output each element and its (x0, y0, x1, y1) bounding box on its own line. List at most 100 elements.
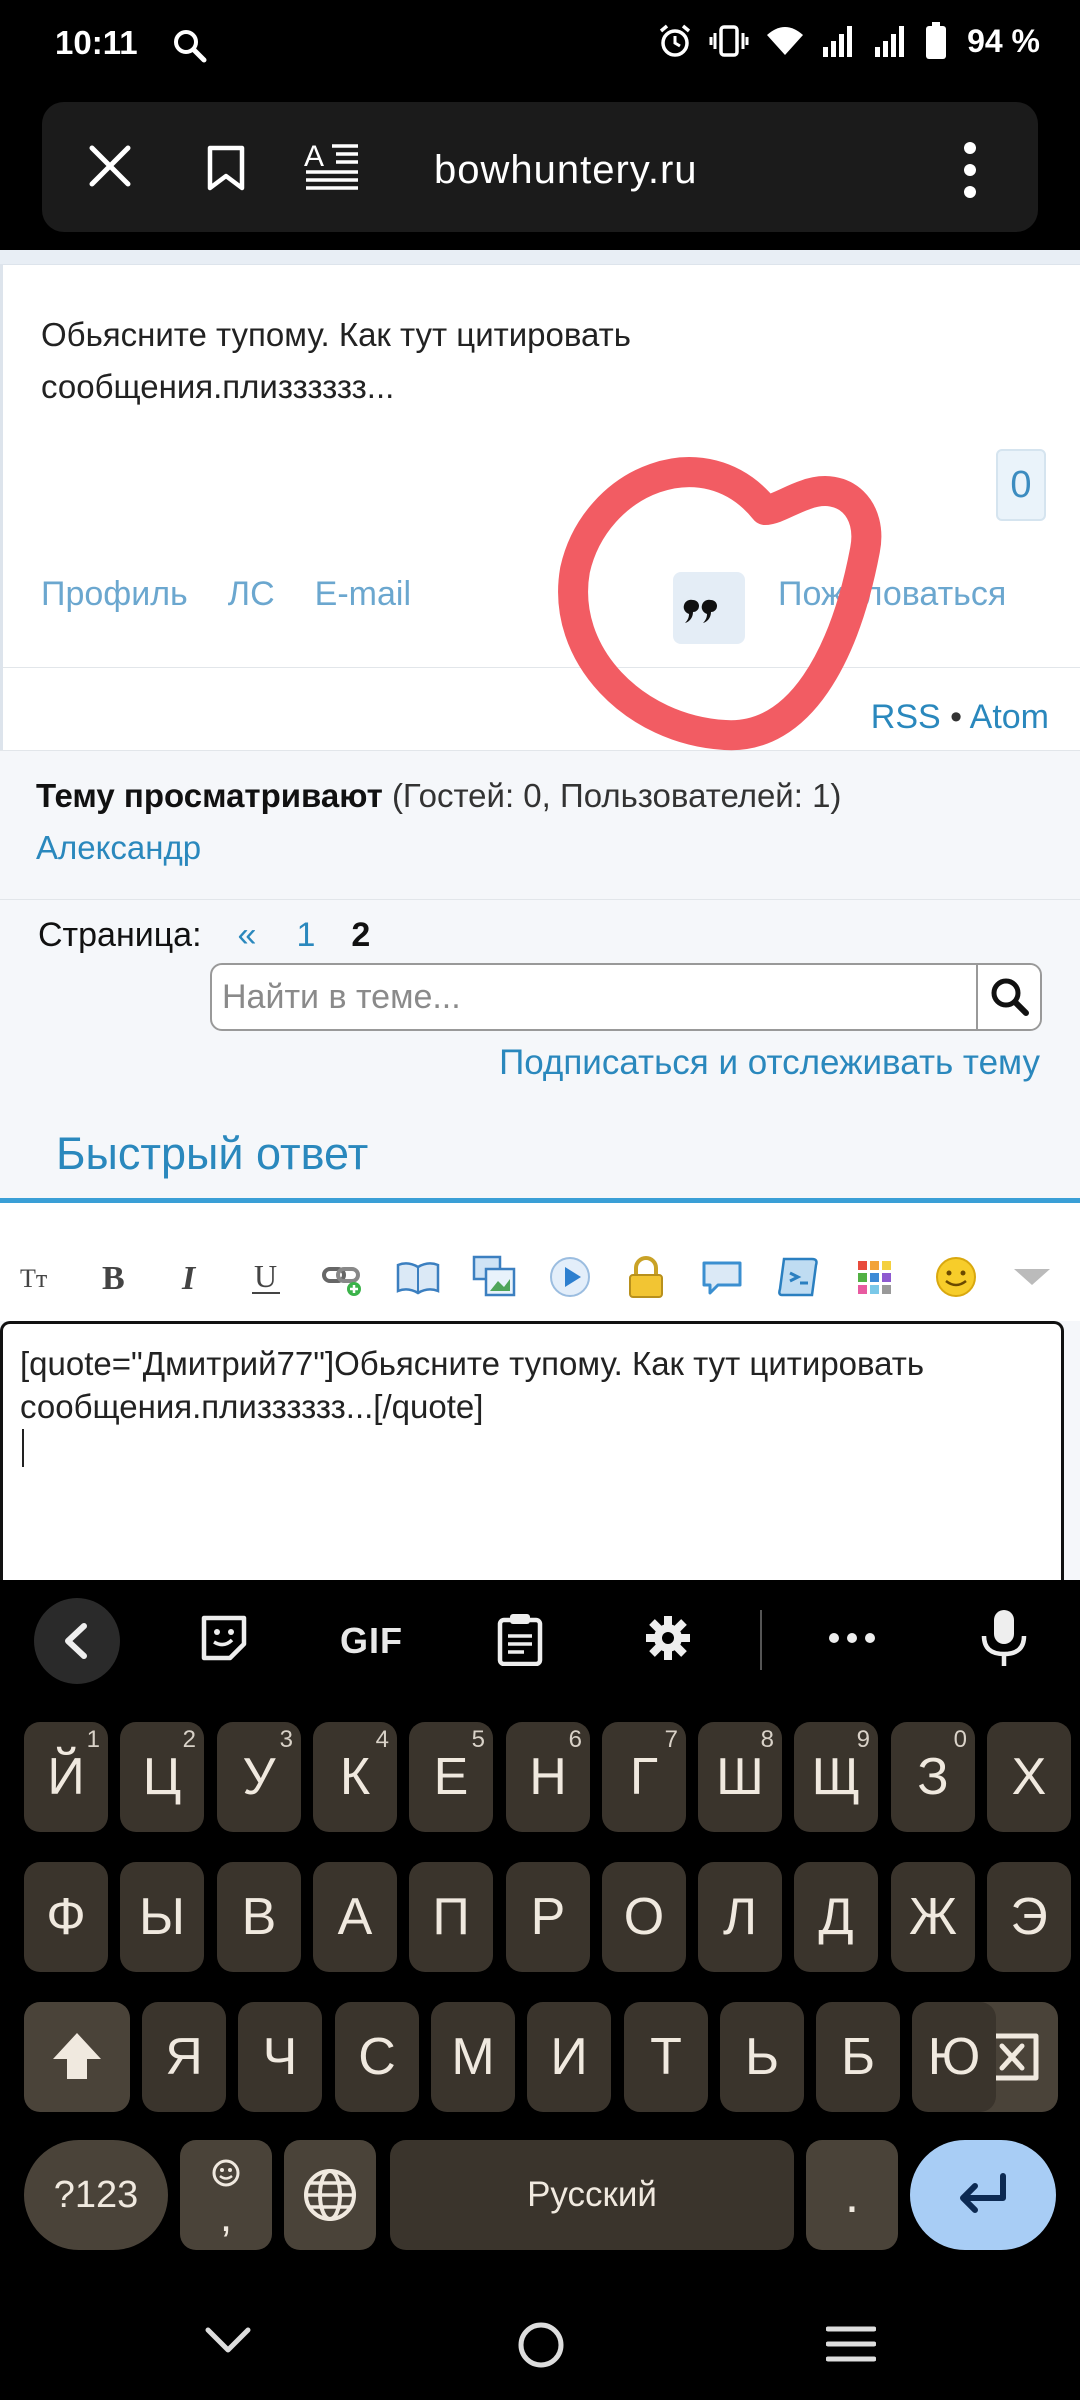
key-11-row1[interactable]: Х (987, 1722, 1071, 1832)
clipboard-icon[interactable] (496, 1612, 544, 1666)
email-link[interactable]: E-mail (315, 575, 411, 614)
nav-back-chevron-icon[interactable] (204, 2324, 252, 2356)
keyboard-toolbar: GIF (0, 1580, 1080, 1700)
key-4-row1[interactable]: К4 (313, 1722, 397, 1832)
gallery-icon (472, 1255, 516, 1297)
topic-search-input[interactable] (212, 965, 978, 1029)
media-button[interactable] (548, 1255, 592, 1299)
key-4-row2[interactable]: А (313, 1862, 397, 1972)
key-2-row2[interactable]: Ы (120, 1862, 204, 1972)
key-1-row1[interactable]: Й1 (24, 1722, 108, 1832)
emoji-comma-key[interactable]: , (180, 2140, 272, 2250)
more-menu-icon[interactable] (962, 140, 978, 200)
key-5-row3[interactable]: И (527, 2002, 611, 2112)
key-hint: 9 (856, 1726, 870, 1753)
key-3-row2[interactable]: В (217, 1862, 301, 1972)
profile-link[interactable]: Профиль (41, 575, 188, 614)
reply-editor[interactable]: [quote="Дмитрий77"]Обьясните тупому. Как… (0, 1321, 1064, 1580)
key-7-row1[interactable]: Г7 (602, 1722, 686, 1832)
language-key[interactable] (284, 2140, 376, 2250)
key-7-row2[interactable]: О (602, 1862, 686, 1972)
code-button[interactable] (776, 1255, 820, 1299)
key-2-row3[interactable]: Ч (238, 2002, 322, 2112)
space-key[interactable]: Русский (390, 2140, 794, 2250)
key-9-row1[interactable]: Щ9 (794, 1722, 878, 1832)
subscribe-link[interactable]: Подписаться и отслеживать тему (499, 1043, 1040, 1083)
font-size-button[interactable]: Tт (16, 1255, 60, 1299)
period-key[interactable]: . (806, 2140, 898, 2250)
url-bar[interactable]: A bowhuntery.ru (42, 102, 1038, 232)
key-6-row3[interactable]: Т (624, 2002, 708, 2112)
key-5-row1[interactable]: Е5 (409, 1722, 493, 1832)
key-9-row2[interactable]: Д (794, 1862, 878, 1972)
url-text[interactable]: bowhuntery.ru (434, 148, 698, 193)
shift-key[interactable] (24, 2002, 130, 2112)
font-size-icon: Tт (20, 1264, 47, 1293)
key-7-row3[interactable]: Ь (720, 2002, 804, 2112)
pagination-page-current: 2 (351, 916, 371, 954)
viewer-user-link[interactable]: Александр (36, 829, 201, 867)
image-button[interactable] (472, 1255, 516, 1299)
enter-key[interactable] (910, 2140, 1056, 2250)
italic-button[interactable]: I (168, 1255, 212, 1299)
key-10-row1[interactable]: З0 (891, 1722, 975, 1832)
nav-recents-icon[interactable] (826, 2324, 876, 2364)
script-icon (778, 1257, 818, 1297)
svg-text:A: A (304, 140, 324, 173)
underline-button[interactable]: U (244, 1255, 288, 1299)
symbols-key[interactable]: ?123 (24, 2140, 168, 2250)
microphone-icon[interactable] (978, 1608, 1030, 1668)
link-button[interactable] (320, 1255, 364, 1299)
key-6-row2[interactable]: Р (506, 1862, 590, 1972)
key-label: В (241, 1888, 277, 1946)
pm-link[interactable]: ЛС (228, 575, 275, 614)
key-5-row2[interactable]: П (409, 1862, 493, 1972)
hide-button[interactable] (624, 1255, 668, 1299)
key-hint: 1 (86, 1726, 100, 1753)
toolbar-divider (760, 1610, 762, 1670)
key-2-row1[interactable]: Ц2 (120, 1722, 204, 1832)
key-8-row2[interactable]: Л (698, 1862, 782, 1972)
key-label: Ф (46, 1888, 86, 1946)
key-1-row3[interactable]: Я (142, 2002, 226, 2112)
spoiler-button[interactable] (700, 1255, 744, 1299)
key-hint: 8 (760, 1726, 774, 1753)
feed-links: RSS • Atom (871, 698, 1049, 737)
more-horizontal-icon[interactable] (828, 1630, 876, 1646)
gear-icon[interactable] (642, 1612, 694, 1664)
key-label: Ц (142, 1748, 182, 1806)
likes-counter[interactable]: 0 (996, 449, 1046, 521)
key-11-row2[interactable]: Э (987, 1862, 1071, 1972)
topic-search-button[interactable] (976, 965, 1040, 1029)
key-10-row2[interactable]: Ж (891, 1862, 975, 1972)
color-button[interactable] (852, 1255, 896, 1299)
bold-button[interactable]: B (92, 1255, 136, 1299)
key-3-row1[interactable]: У3 (217, 1722, 301, 1832)
quote-tag-button[interactable] (396, 1255, 440, 1299)
key-6-row1[interactable]: Н6 (506, 1722, 590, 1832)
key-8-row1[interactable]: Ш8 (698, 1722, 782, 1832)
key-label: Г (629, 1748, 659, 1806)
key-hint: 3 (279, 1726, 293, 1753)
gif-button[interactable]: GIF (340, 1620, 403, 1662)
key-hint: 7 (664, 1726, 678, 1753)
keyboard-back-button[interactable] (34, 1598, 120, 1684)
atom-link[interactable]: Atom (970, 698, 1049, 736)
sticker-icon[interactable] (198, 1612, 250, 1664)
pagination-prev[interactable]: « (238, 916, 257, 955)
key-3-row3[interactable]: С (335, 2002, 419, 2112)
reply-editor-text[interactable]: [quote="Дмитрий77"]Обьясните тупому. Как… (20, 1342, 1050, 1428)
annotation-circle (558, 457, 882, 751)
key-9-row3[interactable]: Ю (912, 2002, 996, 2112)
key-label: З (917, 1748, 949, 1806)
key-8-row3[interactable]: Б (816, 2002, 900, 2112)
key-1-row2[interactable]: Ф (24, 1862, 108, 1972)
smiley-button[interactable] (934, 1255, 978, 1299)
toolbar-expand-button[interactable] (1010, 1255, 1054, 1299)
nav-home-icon[interactable] (516, 2320, 566, 2370)
bookmark-icon[interactable] (204, 144, 248, 192)
reader-mode-icon[interactable]: A (304, 140, 360, 196)
close-icon[interactable] (86, 142, 134, 190)
pagination-page-1[interactable]: 1 (296, 916, 315, 955)
key-4-row3[interactable]: М (431, 2002, 515, 2112)
